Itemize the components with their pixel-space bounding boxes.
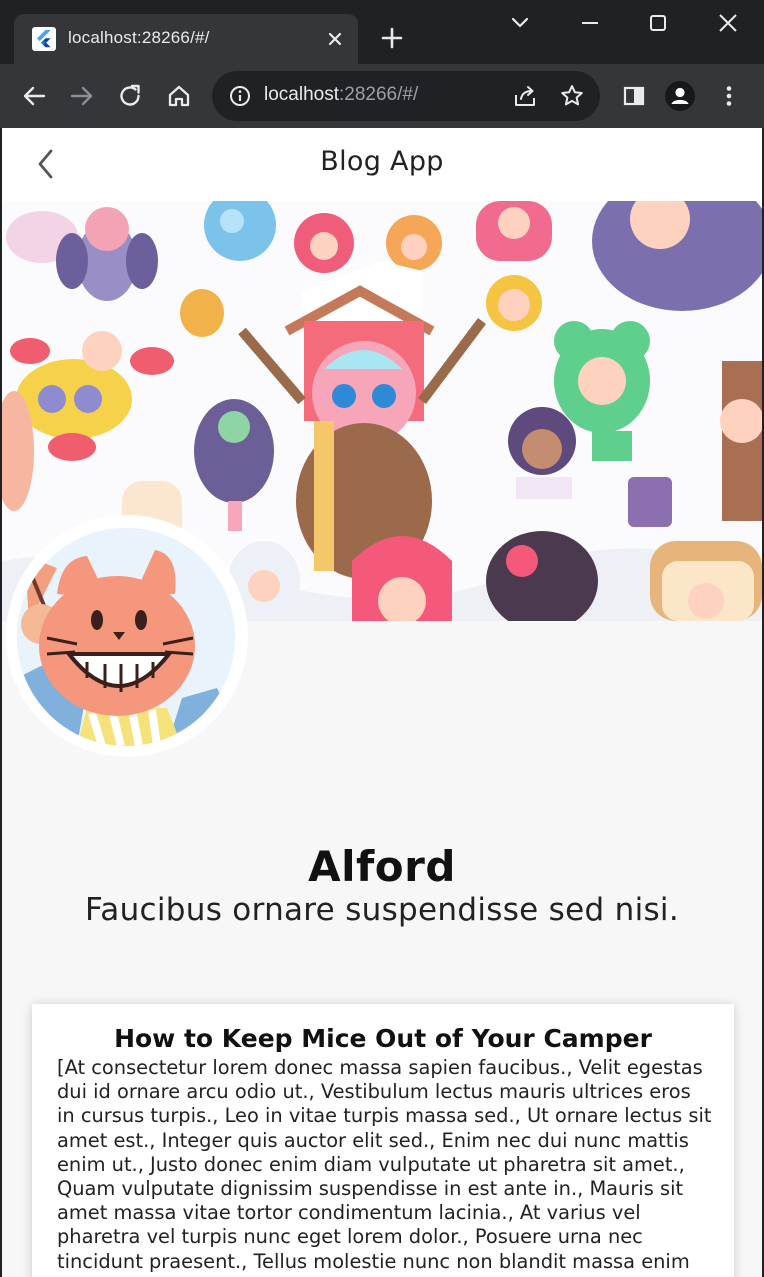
address-bar[interactable]: localhost:28266/#/ — [212, 71, 600, 121]
minimize-icon[interactable] — [570, 6, 610, 40]
window-close-icon[interactable] — [708, 6, 748, 40]
post-body: [At consectetur lorem donec massa sapien… — [57, 1056, 712, 1277]
post-card[interactable]: How to Keep Mice Out of Your Camper [At … — [32, 1004, 734, 1277]
app-bar: Blog App — [2, 128, 762, 201]
author-avatar[interactable] — [17, 528, 235, 746]
browser-tab-strip: localhost:28266/#/ — [0, 0, 764, 64]
browser-toolbar: localhost:28266/#/ — [0, 64, 764, 128]
maximize-icon[interactable] — [638, 6, 678, 40]
info-icon[interactable] — [228, 84, 252, 108]
browser-back-icon[interactable] — [18, 80, 50, 112]
tab-close-icon[interactable] — [322, 26, 348, 52]
browser-tab[interactable]: localhost:28266/#/ — [14, 14, 358, 64]
app-title: Blog App — [320, 146, 444, 177]
bookmark-star-icon[interactable] — [559, 83, 585, 109]
url-host: localhost — [264, 84, 339, 105]
url-path: :28266/#/ — [339, 84, 419, 105]
profile-icon[interactable] — [664, 80, 696, 112]
url-text[interactable]: localhost:28266/#/ — [264, 84, 418, 106]
reload-icon[interactable] — [114, 80, 146, 112]
tab-title: localhost:28266/#/ — [68, 28, 210, 47]
flutter-favicon-icon — [32, 27, 56, 51]
kebab-menu-icon[interactable] — [713, 80, 745, 112]
post-title: How to Keep Mice Out of Your Camper — [114, 1024, 652, 1053]
side-panel-icon[interactable] — [618, 80, 650, 112]
page-viewport: Blog App Alford Faucibus ornare suspendi… — [2, 128, 762, 1277]
new-tab-plus-icon[interactable] — [376, 22, 408, 54]
browser-forward-icon[interactable] — [66, 80, 98, 112]
author-bio: Faucibus ornare suspendisse sed nisi. — [84, 892, 679, 928]
tab-search-chevron-icon[interactable] — [500, 6, 540, 40]
author-name: Alford — [308, 842, 456, 891]
share-icon[interactable] — [512, 83, 538, 109]
home-icon[interactable] — [163, 80, 195, 112]
